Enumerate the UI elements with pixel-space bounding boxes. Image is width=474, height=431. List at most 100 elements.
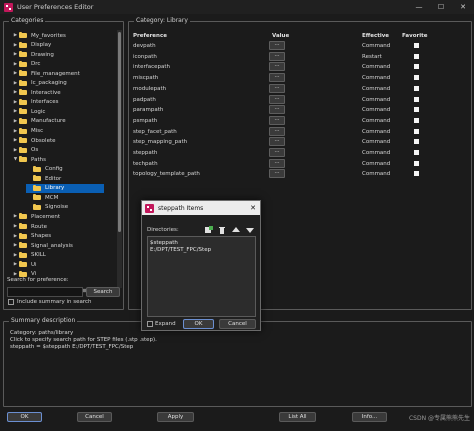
tree-item[interactable]: ▶ Manufacture <box>12 117 114 126</box>
expand-icon[interactable]: ▶ <box>12 262 19 267</box>
value-edit-button[interactable]: ... <box>269 83 285 93</box>
tree-item[interactable]: ▶ Interactive <box>12 88 114 97</box>
directories-list[interactable]: $steppath E:/DPT/TEST_FPC/Step <box>147 236 256 317</box>
expand-icon[interactable]: ▶ <box>12 33 19 38</box>
tree-item[interactable]: ▶ Ui <box>12 260 114 269</box>
tree-item[interactable]: ▶ Display <box>12 41 114 50</box>
expand-icon[interactable]: ▶ <box>12 71 19 76</box>
tree-item[interactable]: Signoise <box>26 203 114 212</box>
favorite-checkbox[interactable] <box>414 85 419 91</box>
tree-item[interactable]: ▶ My_favorites <box>12 31 114 40</box>
tree-item[interactable]: Editor <box>26 174 114 183</box>
favorite-checkbox[interactable] <box>414 64 419 70</box>
value-edit-button[interactable]: ... <box>269 137 285 147</box>
tree-scroll-thumb[interactable] <box>118 32 121 232</box>
minimize-button[interactable]: — <box>408 0 430 14</box>
value-edit-button[interactable]: ... <box>269 126 285 136</box>
value-edit-button[interactable]: ... <box>269 62 285 72</box>
list-item[interactable]: E:/DPT/TEST_FPC/Step <box>150 247 211 253</box>
expand-icon[interactable]: ▶ <box>12 109 19 114</box>
close-button[interactable]: ✕ <box>452 0 474 14</box>
value-edit-button[interactable]: ... <box>269 148 285 157</box>
expand-icon[interactable]: ▶ <box>12 90 19 95</box>
apply-button[interactable]: Apply <box>157 412 194 422</box>
value-edit-button[interactable]: ... <box>269 94 285 104</box>
value-edit-button[interactable]: ... <box>269 169 285 179</box>
expand-icon[interactable]: ▶ <box>12 272 19 277</box>
favorite-checkbox[interactable] <box>414 107 419 113</box>
value-edit-button[interactable]: ... <box>269 51 285 61</box>
collapse-icon[interactable]: ▼ <box>12 157 19 162</box>
tree-item[interactable]: Library <box>26 183 104 193</box>
favorite-checkbox[interactable] <box>414 43 419 48</box>
value-edit-button[interactable]: ... <box>269 41 285 50</box>
tree-item[interactable]: ▶ Logic <box>12 107 114 116</box>
expand-icon[interactable]: ▶ <box>12 52 19 57</box>
tree-item[interactable]: ▶ Misc <box>12 127 114 136</box>
search-input[interactable] <box>7 287 83 297</box>
ok-button[interactable]: OK <box>7 412 42 422</box>
dialog-close-icon[interactable]: ✕ <box>246 204 260 212</box>
tree-item[interactable]: ▶ SKILL <box>12 251 114 260</box>
dialog-ok-button[interactable]: OK <box>183 319 214 329</box>
value-edit-button[interactable]: ... <box>269 105 285 115</box>
preference-name: step_mapping_path <box>133 139 188 146</box>
expand-icon[interactable]: ▶ <box>12 138 19 143</box>
tree-item[interactable]: ▶ Signal_analysis <box>12 241 114 250</box>
tree-item[interactable]: ▶ Interfaces <box>12 98 114 107</box>
expand-icon[interactable]: ▶ <box>12 234 19 239</box>
tree-item[interactable]: ▶ Drc <box>12 60 114 69</box>
tree-item[interactable]: ▶ Os <box>12 146 114 155</box>
tree-item[interactable]: MCM <box>26 193 114 202</box>
favorite-checkbox[interactable] <box>414 117 419 123</box>
expand-icon[interactable]: ▶ <box>12 62 19 67</box>
list-item[interactable]: $steppath <box>150 240 178 246</box>
favorite-checkbox[interactable] <box>414 150 419 155</box>
move-up-icon[interactable] <box>231 225 240 234</box>
tree-item[interactable]: ▼ Paths <box>12 155 114 164</box>
favorite-checkbox[interactable] <box>414 75 419 81</box>
tree-item[interactable]: ▶ Obsolete <box>12 136 114 145</box>
delete-icon[interactable] <box>217 225 226 234</box>
new-folder-icon[interactable] <box>204 225 213 234</box>
expand-icon[interactable]: ▶ <box>12 243 19 248</box>
favorite-checkbox[interactable] <box>414 96 419 102</box>
expand-checkbox[interactable] <box>147 321 153 327</box>
cancel-button[interactable]: Cancel <box>77 412 112 422</box>
value-edit-button[interactable]: ... <box>269 158 285 168</box>
favorite-checkbox[interactable] <box>414 128 419 134</box>
list-all-button[interactable]: List All <box>279 412 316 422</box>
expand-icon[interactable]: ▶ <box>12 81 19 86</box>
favorite-checkbox[interactable] <box>414 160 419 166</box>
tree-item[interactable]: ▶ Route <box>12 222 114 231</box>
favorite-checkbox[interactable] <box>414 171 419 177</box>
expand-icon[interactable]: ▶ <box>12 253 19 258</box>
expand-icon[interactable]: ▶ <box>12 43 19 48</box>
maximize-button[interactable]: ☐ <box>430 0 452 14</box>
expand-icon[interactable]: ▶ <box>12 214 19 219</box>
move-down-icon[interactable] <box>245 225 254 234</box>
favorite-checkbox[interactable] <box>414 53 419 59</box>
table-row: miscpath... Command <box>129 73 473 84</box>
expand-icon[interactable]: ▶ <box>12 100 19 105</box>
include-summary-checkbox[interactable] <box>8 299 14 305</box>
search-button[interactable]: Search <box>86 287 120 297</box>
preference-name: devpath <box>133 43 156 49</box>
value-edit-button[interactable]: ... <box>269 73 285 83</box>
tree-item[interactable]: ▶ Ic_packaging <box>12 79 114 88</box>
expand-icon[interactable]: ▶ <box>12 129 19 134</box>
tree-item[interactable]: ▶ Drawing <box>12 50 114 59</box>
tree-vertical-scrollbar[interactable] <box>117 30 122 288</box>
tree-item[interactable]: ▶ Shapes <box>12 232 114 241</box>
tree-item[interactable]: ▶ File_management <box>12 69 114 78</box>
expand-icon[interactable]: ▶ <box>12 224 19 229</box>
tree-item[interactable]: ▶ Placement <box>12 212 114 221</box>
dialog-cancel-button[interactable]: Cancel <box>219 319 256 329</box>
expand-icon[interactable]: ▶ <box>12 148 19 153</box>
folder-icon <box>19 146 27 153</box>
favorite-checkbox[interactable] <box>414 139 419 145</box>
info-button[interactable]: Info... <box>352 412 387 422</box>
value-edit-button[interactable]: ... <box>269 115 285 125</box>
expand-icon[interactable]: ▶ <box>12 119 19 124</box>
tree-item[interactable]: Config <box>26 165 114 174</box>
